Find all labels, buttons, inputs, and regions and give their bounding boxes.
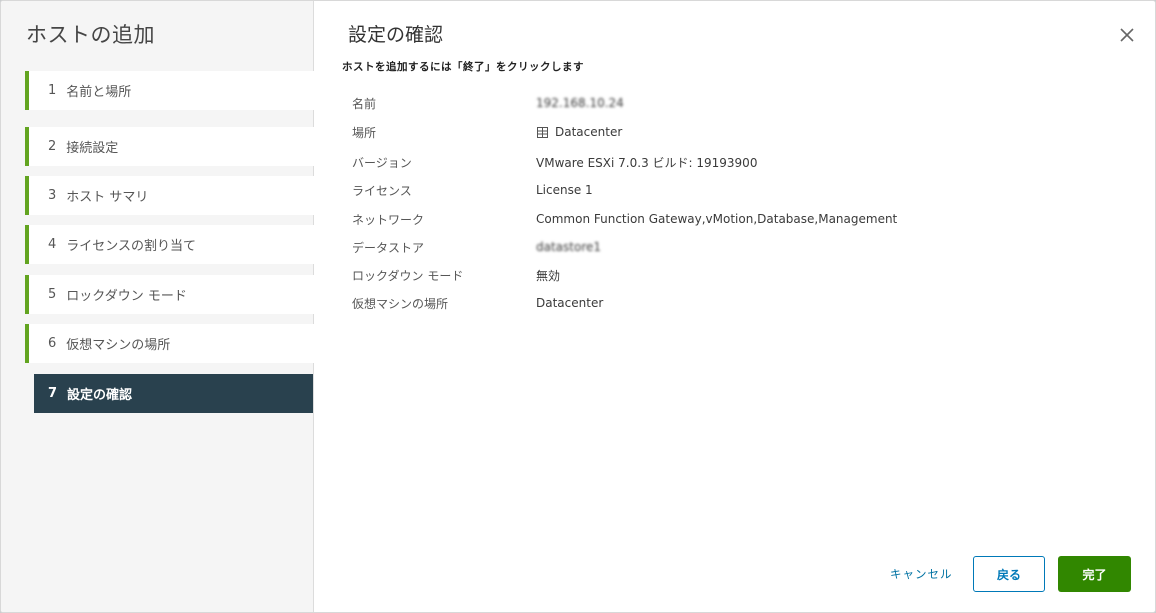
step-number: 4 [48, 237, 57, 252]
wizard-step-host-summary[interactable]: 3 ホスト サマリ [25, 176, 314, 215]
summary-value: 無効 [536, 268, 561, 283]
summary-row-version: バージョン VMware ESXi 7.0.3 ビルド: 19193900 [352, 152, 1132, 172]
wizard-step-name-location[interactable]: 1 名前と場所 [25, 71, 314, 110]
summary-value-redacted: datastore1 [536, 240, 602, 254]
summary-key: バージョン [352, 155, 412, 170]
summary-value: VMware ESXi 7.0.3 ビルド: 19193900 [536, 155, 758, 170]
step-label: ロックダウン モード [66, 289, 187, 304]
summary-value-redacted: 192.168.10.24 [536, 96, 624, 110]
summary-row-name: 名前 192.168.10.24 [352, 93, 1132, 113]
step-number: 7 [48, 386, 58, 401]
summary-value: Common Function Gateway,vMotion,Database… [536, 212, 898, 226]
wizard-title: ホストの追加 [26, 23, 155, 47]
summary-value-text: Datacenter [555, 125, 623, 139]
summary-row-lockdown: ロックダウン モード 無効 [352, 265, 1132, 285]
page-title: 設定の確認 [348, 24, 444, 46]
summary-row-network: ネットワーク Common Function Gateway,vMotion,D… [352, 209, 1132, 229]
step-number: 5 [48, 287, 57, 302]
close-icon[interactable] [1117, 25, 1137, 45]
wizard-step-license[interactable]: 4 ライセンスの割り当て [25, 225, 314, 264]
wizard-content: 設定の確認 ホストを追加するには「終了」をクリックします 名前 192.168.… [314, 1, 1155, 612]
summary-value: License 1 [536, 183, 593, 197]
step-number: 1 [48, 83, 57, 98]
step-label: 設定の確認 [67, 388, 133, 403]
add-host-dialog: ホストの追加 1 名前と場所 2 接続設定 3 ホスト サマリ 4 ライセンスの… [0, 0, 1156, 613]
page-subtitle: ホストを追加するには「終了」をクリックします [342, 61, 584, 73]
wizard-step-ready-to-complete[interactable]: 7 設定の確認 [34, 374, 313, 413]
summary-key: ネットワーク [352, 212, 425, 227]
wizard-step-lockdown-mode[interactable]: 5 ロックダウン モード [25, 275, 314, 314]
step-label: 名前と場所 [66, 85, 132, 100]
wizard-nav: ホストの追加 1 名前と場所 2 接続設定 3 ホスト サマリ 4 ライセンスの… [1, 1, 314, 612]
back-button[interactable]: 戻る [973, 556, 1045, 592]
wizard-step-connection-settings[interactable]: 2 接続設定 [25, 127, 314, 166]
summary-key: 場所 [352, 125, 377, 140]
step-label: ライセンスの割り当て [66, 239, 197, 254]
summary-value: Datacenter [536, 125, 622, 139]
step-number: 3 [48, 188, 57, 203]
step-label: ホスト サマリ [66, 190, 149, 205]
summary-key: ライセンス [352, 183, 412, 198]
cancel-button[interactable]: キャンセル [890, 557, 953, 591]
wizard-step-vm-location[interactable]: 6 仮想マシンの場所 [25, 324, 314, 363]
summary-row-license: ライセンス License 1 [352, 180, 1132, 200]
summary-key: ロックダウン モード [352, 268, 464, 283]
step-number: 6 [48, 336, 57, 351]
summary-key: 仮想マシンの場所 [352, 296, 449, 311]
summary-key: データストア [352, 240, 425, 255]
summary-row-datastore: データストア datastore1 [352, 237, 1132, 257]
summary-value: Datacenter [536, 296, 604, 310]
summary-row-vm-location: 仮想マシンの場所 Datacenter [352, 293, 1132, 313]
summary-key: 名前 [352, 96, 377, 111]
finish-button[interactable]: 完了 [1058, 556, 1131, 592]
datacenter-icon [536, 126, 549, 139]
summary-row-location: 場所 Datacenter [352, 122, 1132, 142]
step-number: 2 [48, 139, 57, 154]
step-label: 接続設定 [66, 141, 119, 156]
step-label: 仮想マシンの場所 [66, 338, 171, 353]
